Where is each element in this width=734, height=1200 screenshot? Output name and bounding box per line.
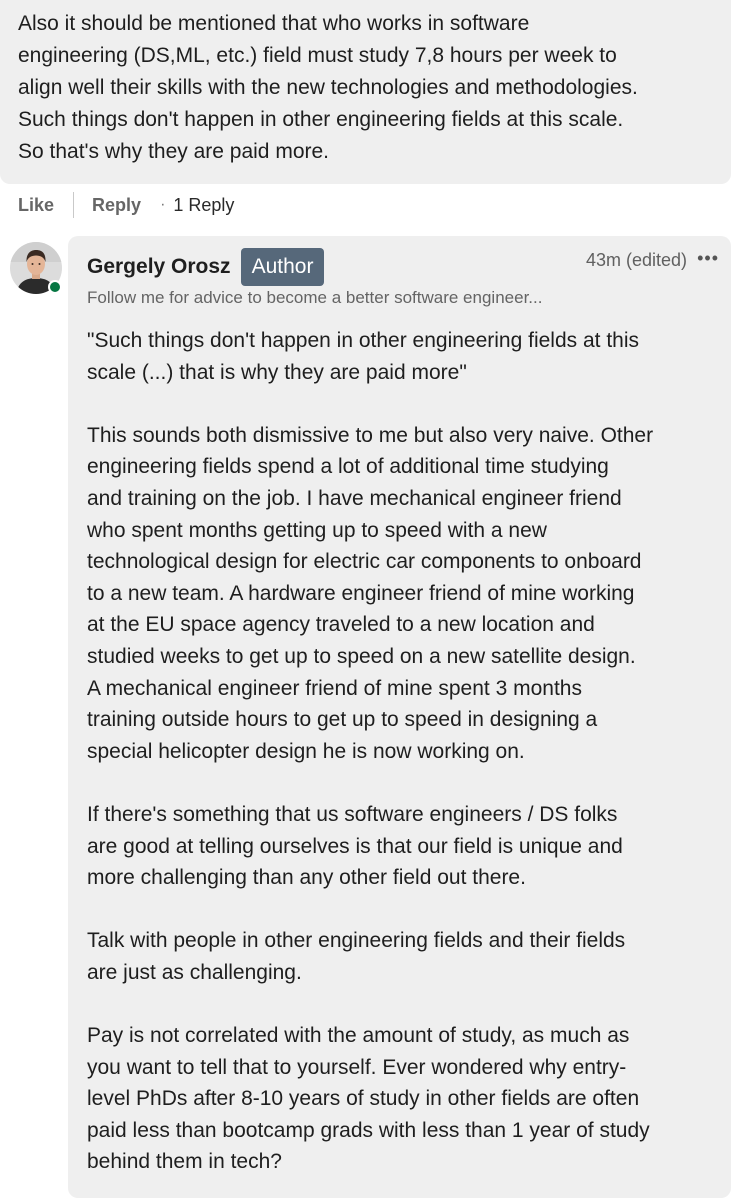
reply-count-link[interactable]: 1 Reply: [173, 195, 234, 216]
reply-paragraph: Talk with people in other engineering fi…: [87, 929, 626, 984]
more-options-icon[interactable]: •••: [697, 248, 719, 269]
like-button[interactable]: Like: [18, 195, 54, 216]
reply-comment-body: "Such things don't happen in other engin…: [87, 325, 717, 1178]
online-status-icon: [48, 280, 62, 294]
reply-paragraph: If there's something that us software en…: [87, 802, 623, 890]
reply-paragraph: Pay is not correlated with the amount of…: [87, 1024, 650, 1174]
author-name[interactable]: Gergely Orosz: [87, 255, 231, 279]
author-headline: Follow me for advice to become a better …: [87, 288, 543, 307]
reply-paragraph: "Such things don't happen in other engin…: [87, 329, 640, 384]
action-divider: [73, 192, 75, 218]
comment-actions: Like Reply · 1 Reply: [18, 190, 234, 220]
reply-header: Gergely Orosz Author: [87, 248, 325, 286]
comment-timestamp: 43m (edited): [585, 250, 687, 270]
reply-comment-bubble: Gergely Orosz Author 43m (edited) ••• Fo…: [68, 236, 731, 1198]
separator-dot: ·: [160, 196, 166, 213]
parent-comment-bubble: Also it should be mentioned that who wor…: [0, 0, 731, 184]
reply-paragraph: This sounds both dismissive to me but al…: [87, 423, 654, 763]
parent-comment-text: Also it should be mentioned that who wor…: [18, 12, 638, 163]
reply-button[interactable]: Reply: [92, 195, 141, 216]
author-badge: Author: [240, 248, 325, 286]
